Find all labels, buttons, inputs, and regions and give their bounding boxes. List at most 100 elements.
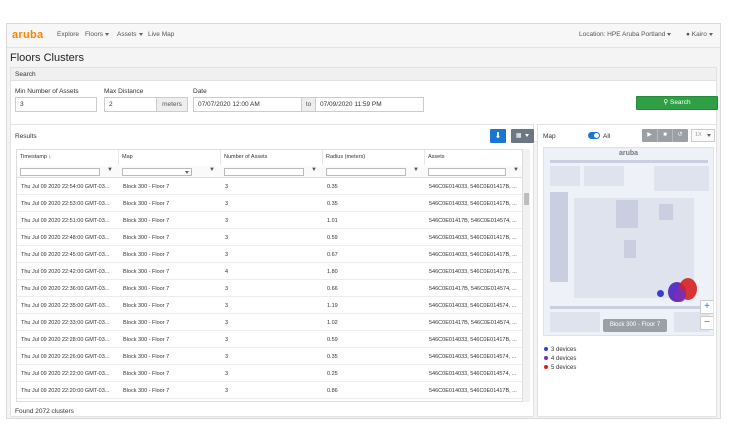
table-cell: 546C0E014033, 546C0E014574, ... bbox=[429, 303, 517, 309]
sort-desc-icon: ↓ bbox=[48, 154, 52, 160]
table-row[interactable]: Thu Jul 09 2020 22:54:00 GMT-03... Block … bbox=[17, 179, 522, 195]
table-row[interactable]: Thu Jul 09 2020 22:36:00 GMT-03... Block … bbox=[17, 281, 522, 297]
max-distance-input[interactable]: 2 bbox=[104, 97, 157, 112]
user-menu[interactable]: ● Kairo bbox=[686, 31, 713, 38]
filter-icon[interactable]: ▼ bbox=[513, 167, 519, 173]
table-cell: 3 bbox=[225, 320, 229, 326]
legend-label: 5 devices bbox=[551, 365, 577, 371]
table-cell: Block 300 - Floor 7 bbox=[123, 252, 170, 258]
nav-live-map[interactable]: Live Map bbox=[148, 31, 174, 38]
columns-icon: ▦ bbox=[515, 133, 522, 139]
floorplan-core bbox=[659, 204, 673, 220]
table-row[interactable]: Thu Jul 09 2020 22:22:00 GMT-03... Block … bbox=[17, 366, 522, 382]
download-button[interactable]: ⬇ bbox=[490, 129, 506, 143]
reset-icon[interactable]: ↺ bbox=[672, 129, 687, 142]
table-row[interactable]: Thu Jul 09 2020 22:20:00 GMT-03... Block … bbox=[17, 383, 522, 399]
user-icon: ● bbox=[686, 31, 690, 38]
table-cell: 0.59 bbox=[327, 337, 338, 343]
filter-icon[interactable]: ▼ bbox=[413, 167, 419, 173]
col-header-label: Map bbox=[122, 154, 133, 160]
table-cell: 0.35 bbox=[327, 184, 338, 190]
stop-icon[interactable]: ■ bbox=[657, 129, 672, 142]
table-cell: Block 300 - Floor 7 bbox=[123, 388, 170, 394]
table-cell: 546C0E014033, 546C0E01417B, ... bbox=[429, 269, 517, 275]
map-aruba-logo: aruba bbox=[619, 150, 639, 157]
legend-label: 4 devices bbox=[551, 356, 577, 362]
table-cell: 546C0E014033, 546C0E01417B, ... bbox=[429, 201, 517, 207]
nav-explore[interactable]: Explore bbox=[57, 31, 79, 38]
table-cell: 3 bbox=[225, 235, 229, 241]
table-cell: Thu Jul 09 2020 22:54:00 GMT-03... bbox=[21, 184, 110, 190]
assets-filter-input[interactable] bbox=[428, 168, 506, 176]
floorplan-wall bbox=[550, 306, 708, 309]
table-cell: 546C0E014033, 546C0E014574, ... bbox=[429, 354, 517, 360]
zoom-in-button[interactable]: + bbox=[700, 300, 713, 314]
map-filter-select[interactable] bbox=[122, 168, 192, 176]
number-of-assets-filter-input[interactable] bbox=[224, 168, 304, 176]
table-row[interactable]: Thu Jul 09 2020 22:51:00 GMT-03... Block … bbox=[17, 213, 522, 229]
play-icon[interactable]: ▶ bbox=[642, 129, 657, 142]
search-button[interactable]: ⚲ Search bbox=[636, 96, 718, 110]
table-cell: 3 bbox=[225, 184, 229, 190]
legend-item: 3 devices bbox=[544, 347, 576, 353]
table-cell: 3 bbox=[225, 388, 229, 394]
col-header-number-of-assets[interactable]: Number of Assets bbox=[221, 150, 323, 165]
col-header-label: Number of Assets bbox=[224, 154, 268, 160]
columns-button[interactable]: ▦ bbox=[511, 129, 534, 143]
table-row[interactable]: Thu Jul 09 2020 22:48:00 GMT-03... Block … bbox=[17, 230, 522, 246]
table-cell: 1.80 bbox=[327, 269, 338, 275]
table-cell: Block 300 - Floor 7 bbox=[123, 218, 170, 224]
map-label: Map bbox=[543, 133, 556, 140]
radius-filter-input[interactable] bbox=[326, 168, 406, 176]
min-assets-input[interactable]: 3 bbox=[15, 97, 97, 112]
filter-icon[interactable]: ▼ bbox=[107, 167, 113, 173]
table-row[interactable]: Thu Jul 09 2020 22:26:00 GMT-03... Block … bbox=[17, 349, 522, 365]
table-cell: Thu Jul 09 2020 22:33:00 GMT-03... bbox=[21, 320, 110, 326]
floor-map[interactable]: aruba + − Block 300 - Floor 7 bbox=[543, 147, 714, 336]
col-header-radius[interactable]: Radius (meters) bbox=[323, 150, 425, 165]
table-cell: 0.25 bbox=[327, 371, 338, 377]
date-from-input[interactable]: 07/07/2020 12:00 AM bbox=[193, 97, 302, 112]
filter-icon[interactable]: ▼ bbox=[209, 167, 215, 173]
scrollbar-thumb[interactable] bbox=[524, 193, 529, 205]
col-header-label: Assets bbox=[428, 154, 445, 160]
table-row[interactable]: Thu Jul 09 2020 22:28:00 GMT-03... Block … bbox=[17, 332, 522, 348]
table-cell: 546C0E01417B, 546C0E014574, ... bbox=[429, 320, 517, 326]
zoom-out-button[interactable]: − bbox=[700, 316, 713, 330]
table-cell: 3 bbox=[225, 201, 229, 207]
table-cell: Block 300 - Floor 7 bbox=[123, 235, 170, 241]
filter-icon[interactable]: ▼ bbox=[311, 167, 317, 173]
all-toggle-label: All bbox=[603, 133, 611, 140]
location-selector[interactable]: Location: HPE Aruba Portland bbox=[579, 31, 672, 38]
table-cell: 1.02 bbox=[327, 320, 338, 326]
table-cell: 546C0E014033, 546C0E014574, ... bbox=[429, 371, 517, 377]
nav-assets[interactable]: Assets bbox=[117, 31, 143, 38]
floorplan-wall bbox=[550, 160, 708, 163]
timestamp-filter-input[interactable] bbox=[20, 168, 100, 176]
cluster-3-devices[interactable] bbox=[657, 290, 664, 297]
col-header-assets[interactable]: Assets bbox=[425, 150, 522, 165]
chevron-down-icon bbox=[667, 32, 672, 36]
cluster-4-devices[interactable] bbox=[674, 288, 686, 302]
table-cell: 0.35 bbox=[327, 201, 338, 207]
table-scrollbar[interactable] bbox=[523, 149, 530, 402]
date-to-input[interactable]: 07/09/2020 11:59 PM bbox=[315, 97, 424, 112]
aruba-logo[interactable]: aruba bbox=[12, 29, 43, 41]
legend-label: 3 devices bbox=[551, 347, 577, 353]
col-header-timestamp[interactable]: Timestamp ↓ bbox=[17, 150, 119, 165]
distance-unit-addon: meters bbox=[156, 97, 188, 112]
table-row[interactable]: Thu Jul 09 2020 22:42:00 GMT-03... Block … bbox=[17, 264, 522, 280]
all-toggle[interactable] bbox=[588, 132, 600, 139]
table-row[interactable]: Thu Jul 09 2020 22:35:00 GMT-03... Block … bbox=[17, 298, 522, 314]
table-cell: 546C0E014033, 546C0E01417B, ... bbox=[429, 388, 517, 394]
floorplan-room bbox=[584, 166, 624, 186]
table-row[interactable]: Thu Jul 09 2020 22:53:00 GMT-03... Block … bbox=[17, 196, 522, 212]
speed-select[interactable]: 1X bbox=[691, 129, 715, 142]
table-cell: 0.35 bbox=[327, 354, 338, 360]
table-row[interactable]: Thu Jul 09 2020 22:33:00 GMT-03... Block … bbox=[17, 315, 522, 331]
col-header-map[interactable]: Map bbox=[119, 150, 221, 165]
max-distance-label: Max Distance bbox=[104, 88, 144, 95]
table-cell: 546C0E014033, 546C0E01417B, ... bbox=[429, 337, 517, 343]
nav-floors[interactable]: Floors bbox=[85, 31, 110, 38]
table-row[interactable]: Thu Jul 09 2020 22:45:00 GMT-03... Block … bbox=[17, 247, 522, 263]
